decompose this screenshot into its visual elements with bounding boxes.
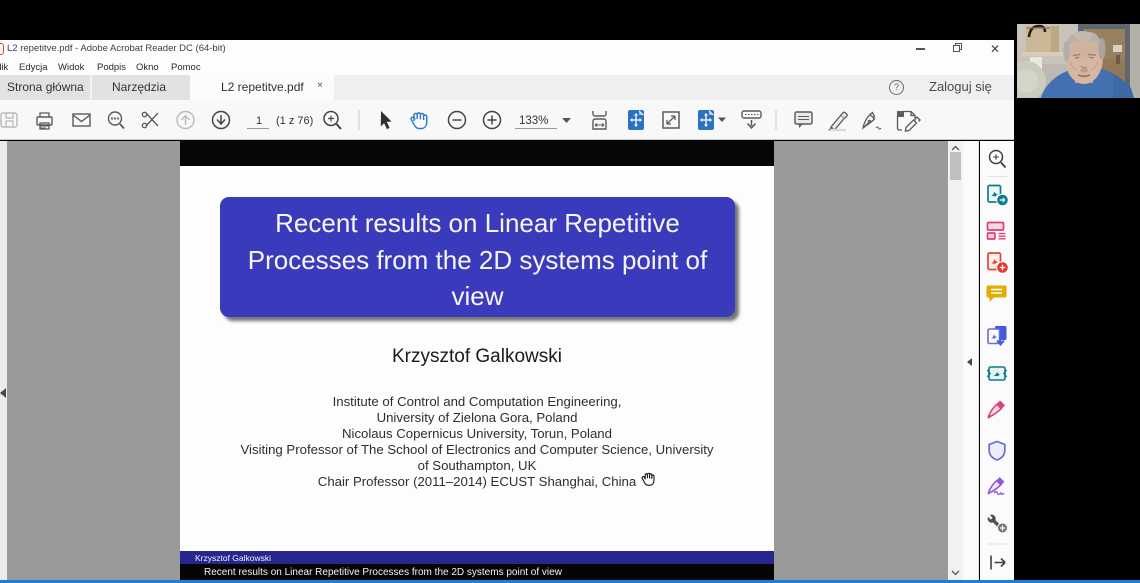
svg-text:133%: 133% — [519, 115, 548, 127]
svg-text:1: 1 — [256, 115, 262, 127]
svg-text:(1 z 76): (1 z 76) — [276, 115, 313, 127]
